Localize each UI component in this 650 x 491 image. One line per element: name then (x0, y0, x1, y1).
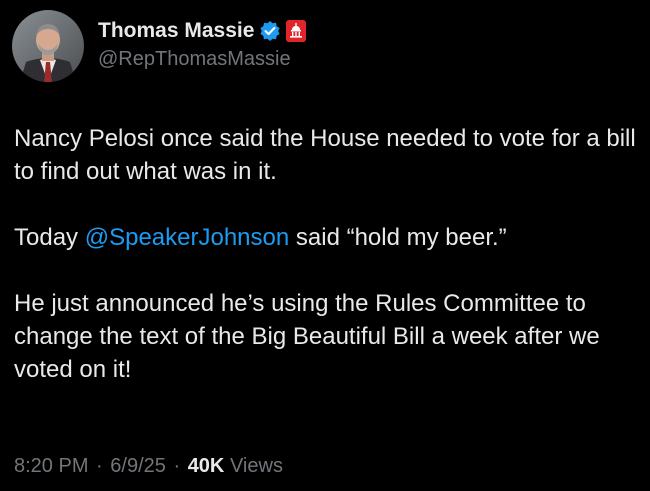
tweet-meta: 8:20 PM · 6/9/25 · 40K Views (14, 455, 283, 478)
views-count: 40K (187, 455, 225, 477)
author-name-row: Thomas Massie (98, 16, 307, 46)
avatar[interactable] (12, 10, 84, 82)
tweet-paragraph-2-lead: Today (14, 224, 85, 251)
tweet-time[interactable]: 8:20 PM (14, 455, 88, 477)
capitol-affiliation-badge-icon[interactable] (286, 20, 307, 42)
mention-link[interactable]: @SpeakerJohnson (85, 224, 290, 251)
author-display-name[interactable]: Thomas Massie (98, 19, 254, 43)
avatar-photo (12, 10, 84, 82)
tweet-paragraph-2: Today @SpeakerJohnson said “hold my beer… (14, 221, 644, 254)
meta-separator: · (173, 455, 181, 477)
tweet-paragraph-1: Nancy Pelosi once said the House needed … (14, 125, 636, 185)
author-handle[interactable]: @RepThomasMassie (98, 48, 306, 71)
views-label: Views (229, 455, 283, 477)
tweet-paragraph-3: He just announced he’s using the Rules C… (14, 290, 600, 383)
tweet-date[interactable]: 6/9/25 (110, 455, 166, 477)
author-info: Thomas Massie @RepThomasMassie (98, 16, 307, 71)
tweet-header: Thomas Massie @RepThomasMassie (12, 10, 307, 82)
verified-badge-icon (259, 20, 281, 42)
tweet-text: Nancy Pelosi once said the House needed … (14, 122, 644, 386)
meta-separator: · (96, 455, 103, 477)
tweet-paragraph-2-tail: said “hold my beer.” (289, 224, 507, 251)
tweet: Thomas Massie @RepThomasMassie Nancy Pel… (0, 0, 650, 491)
